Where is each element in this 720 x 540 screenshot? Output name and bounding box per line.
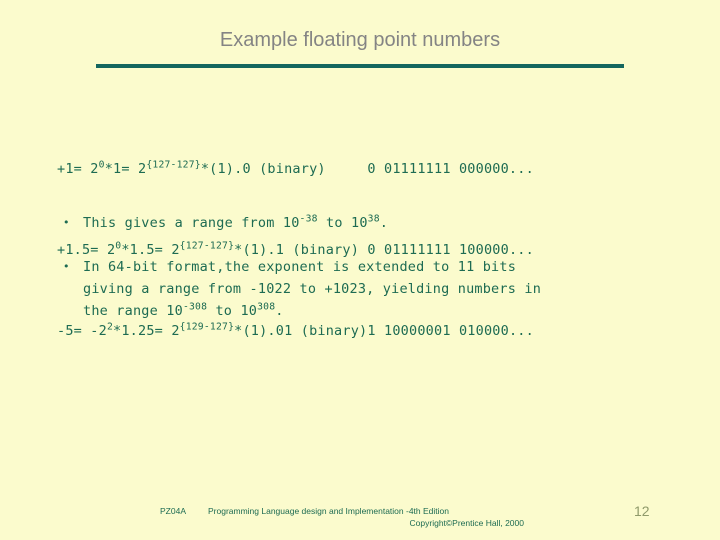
- text-part: the range 10: [83, 303, 183, 319]
- slide: Example floating point numbers +1= 20*1=…: [0, 0, 720, 540]
- text-line: the range 10-308 to 10308.: [83, 300, 697, 322]
- text-part: .: [275, 303, 284, 319]
- footer-line-one: PZ04A Programming Language design and Imp…: [160, 506, 560, 518]
- page-number: 12: [634, 503, 650, 519]
- text-part: to 10: [317, 215, 368, 231]
- code-line: +1= 20*1= 2{127-127}*(1).0 (binary) 0 01…: [57, 156, 534, 183]
- list-item-text: In 64-bit format,the exponent is extende…: [83, 256, 697, 322]
- slide-footer: PZ04A Programming Language design and Imp…: [160, 506, 560, 529]
- exponent: -308: [182, 301, 208, 313]
- bullet-icon: •: [63, 216, 70, 229]
- bullet-icon: •: [63, 260, 70, 273]
- text-line: giving a range from -1022 to +1023, yiel…: [83, 281, 542, 297]
- code-part: *1= 2: [104, 161, 147, 177]
- footer-course-code: PZ04A: [160, 506, 186, 516]
- exponent: 38: [367, 213, 380, 225]
- bullet-list: • This gives a range from 10-38 to 1038.…: [57, 212, 697, 344]
- text-part: .: [379, 215, 389, 231]
- code-part: +1= 2: [57, 161, 99, 177]
- title-divider: [96, 64, 624, 68]
- exponent: {127-127}: [146, 159, 201, 171]
- text-part: This gives a range from 10: [83, 215, 300, 231]
- list-item: • In 64-bit format,the exponent is exten…: [57, 256, 697, 322]
- exponent: 308: [257, 301, 276, 313]
- code-part: *(1).0 (binary) 0 01111111 000000...: [200, 161, 534, 177]
- text-part: to 10: [207, 303, 258, 319]
- list-item-text: This gives a range from 10-38 to 1038.: [83, 212, 697, 234]
- footer-book-title: Programming Language design and Implemen…: [208, 506, 449, 516]
- footer-copyright: Copyright©Prentice Hall, 2000: [409, 517, 524, 528]
- page-title: Example floating point numbers: [219, 29, 501, 51]
- exponent: -38: [299, 213, 318, 225]
- text-line: In 64-bit format,the exponent is extende…: [83, 259, 517, 275]
- list-item: • This gives a range from 10-38 to 1038.: [57, 212, 697, 234]
